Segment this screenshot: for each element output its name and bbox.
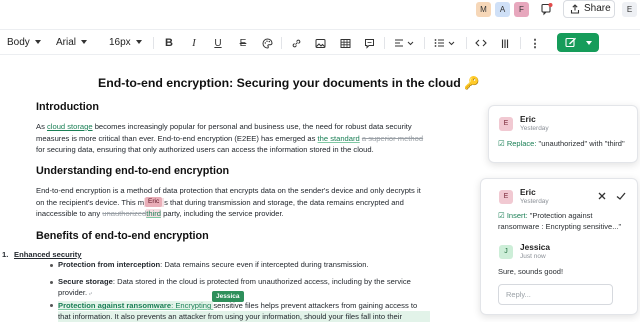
formatting-toolbar: Body Arial 16px B I U E ||| ⋮ — [0, 29, 640, 55]
suggest-mode-button[interactable] — [557, 33, 599, 52]
list-item-continuation: provider. ⤶ — [58, 288, 93, 297]
font-family-value: Arial — [56, 37, 77, 48]
heading-introduction: Introduction — [36, 101, 99, 113]
more-options-icon[interactable]: ⋮ — [528, 36, 542, 50]
heading-benefits: Benefits of end-to-end encryption — [36, 230, 209, 242]
understanding-paragraph: End-to-end encryption is a method of dat… — [36, 186, 421, 219]
suggestion-edit-icon: ☑ — [498, 139, 505, 148]
reject-close-icon[interactable] — [596, 189, 608, 201]
list-item: Secure storage: Data stored in the cloud… — [58, 277, 411, 286]
collaborator-avatar-f[interactable]: F — [514, 2, 529, 17]
share-button[interactable]: Share — [563, 0, 615, 18]
font-size-value: 16px — [109, 37, 131, 48]
collaborator-avatar-m[interactable]: M — [476, 2, 491, 17]
avatar: E — [499, 190, 513, 204]
color-palette-icon[interactable] — [260, 36, 274, 50]
intro-paragraph: As cloud storage becomes increasingly po… — [36, 122, 424, 155]
avatar: J — [499, 245, 513, 259]
suggested-deletion-unauthorized[interactable]: unauthorized — [102, 209, 146, 218]
list-icon[interactable] — [433, 36, 457, 50]
collaborator-avatar-a[interactable]: A — [495, 2, 510, 17]
font-size-select[interactable]: 16px — [109, 36, 142, 50]
share-label: Share — [584, 3, 611, 14]
comment-card-replace[interactable]: E Eric Yesterday ☑ Replace: "unauthorize… — [488, 105, 638, 163]
user-avatar[interactable]: E — [622, 2, 637, 17]
italic-icon[interactable]: I — [187, 36, 201, 50]
heading-understanding: Understanding end-to-end encryption — [36, 165, 230, 177]
code-icon[interactable] — [474, 36, 488, 50]
share-icon — [570, 4, 580, 14]
collaborator-cursor-jessica: Jessica — [212, 291, 244, 302]
image-icon[interactable] — [313, 36, 327, 50]
link-icon[interactable] — [289, 36, 303, 50]
comment-author: Eric — [520, 187, 536, 197]
block-style-select[interactable]: Body — [7, 36, 41, 50]
reply-author: Jessica — [520, 242, 550, 252]
key-icon: 🔑 — [464, 76, 480, 90]
comment-author: Eric — [520, 114, 536, 124]
align-icon[interactable] — [393, 36, 415, 50]
comment-time: Yesterday — [520, 125, 549, 132]
list-item-continuation: that information. It also prevents an at… — [58, 311, 430, 322]
suggestion-text: ☑ Replace: "unauthorized" with "third" — [498, 139, 625, 148]
comment-time: Yesterday — [520, 198, 549, 205]
font-family-select[interactable]: Arial — [56, 36, 88, 50]
reply-input[interactable]: Reply... — [498, 284, 613, 305]
top-bar: M A F Share E — [0, 0, 640, 26]
page-title: End-to-end encryption: Securing your doc… — [98, 76, 480, 90]
columns-icon[interactable]: ||| — [498, 36, 512, 50]
suggestion-text: ☑ Insert: "Protection against ransomware… — [498, 211, 622, 231]
block-style-value: Body — [7, 37, 30, 48]
comment-icon[interactable] — [362, 36, 376, 50]
comment-card-insert[interactable]: E Eric Yesterday ☑ Insert: "Protection a… — [480, 178, 638, 315]
bold-icon[interactable]: B — [162, 36, 176, 50]
avatar: E — [499, 117, 513, 131]
cloud-storage-link[interactable]: cloud storage — [47, 122, 93, 131]
list-item: Protection from interception: Data remai… — [58, 260, 369, 269]
comment-notification-icon[interactable] — [540, 2, 554, 16]
table-icon[interactable] — [338, 36, 352, 50]
reply-text: Sure, sounds good! — [498, 267, 564, 276]
suggested-insertion[interactable]: the standard — [318, 134, 360, 143]
edit-mode-icon — [565, 37, 576, 48]
strikethrough-icon[interactable]: E — [236, 36, 250, 50]
accept-check-icon[interactable] — [615, 189, 627, 201]
list-number: 1. — [2, 250, 9, 259]
collaborator-cursor-eric: Eric — [145, 197, 163, 207]
underline-icon[interactable]: U — [211, 36, 225, 50]
suggested-deletion[interactable]: a superior method — [362, 134, 423, 143]
suggestion-edit-icon: ☑ — [498, 211, 505, 220]
reply-time: Just now — [520, 253, 546, 260]
suggested-insertion-third[interactable]: third — [146, 209, 161, 219]
